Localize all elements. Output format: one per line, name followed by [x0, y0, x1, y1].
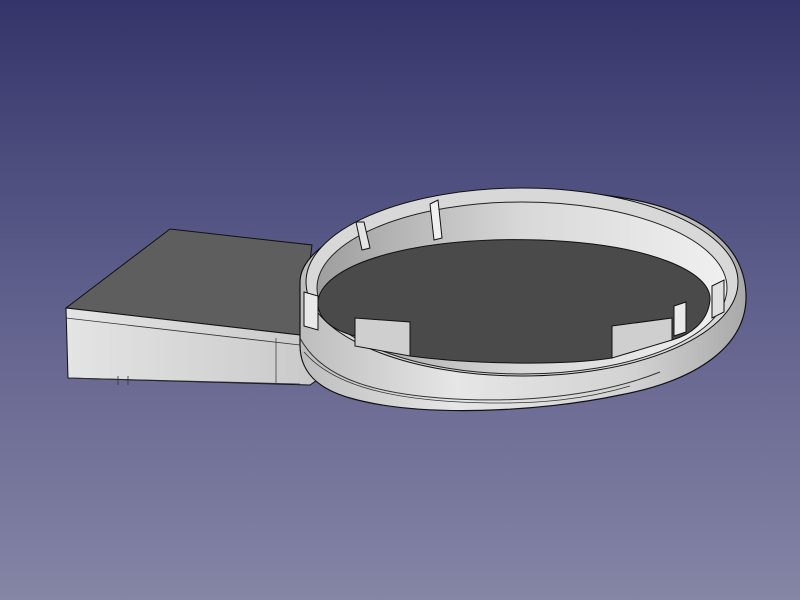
rim-tab-far-right	[711, 279, 725, 319]
dish-part[interactable]	[299, 187, 747, 412]
model-render[interactable]	[0, 0, 800, 600]
tab-part[interactable]	[64, 228, 321, 386]
rim-tab-right	[673, 301, 687, 337]
rim-tab-left	[303, 291, 319, 331]
3d-viewport[interactable]	[0, 0, 800, 600]
